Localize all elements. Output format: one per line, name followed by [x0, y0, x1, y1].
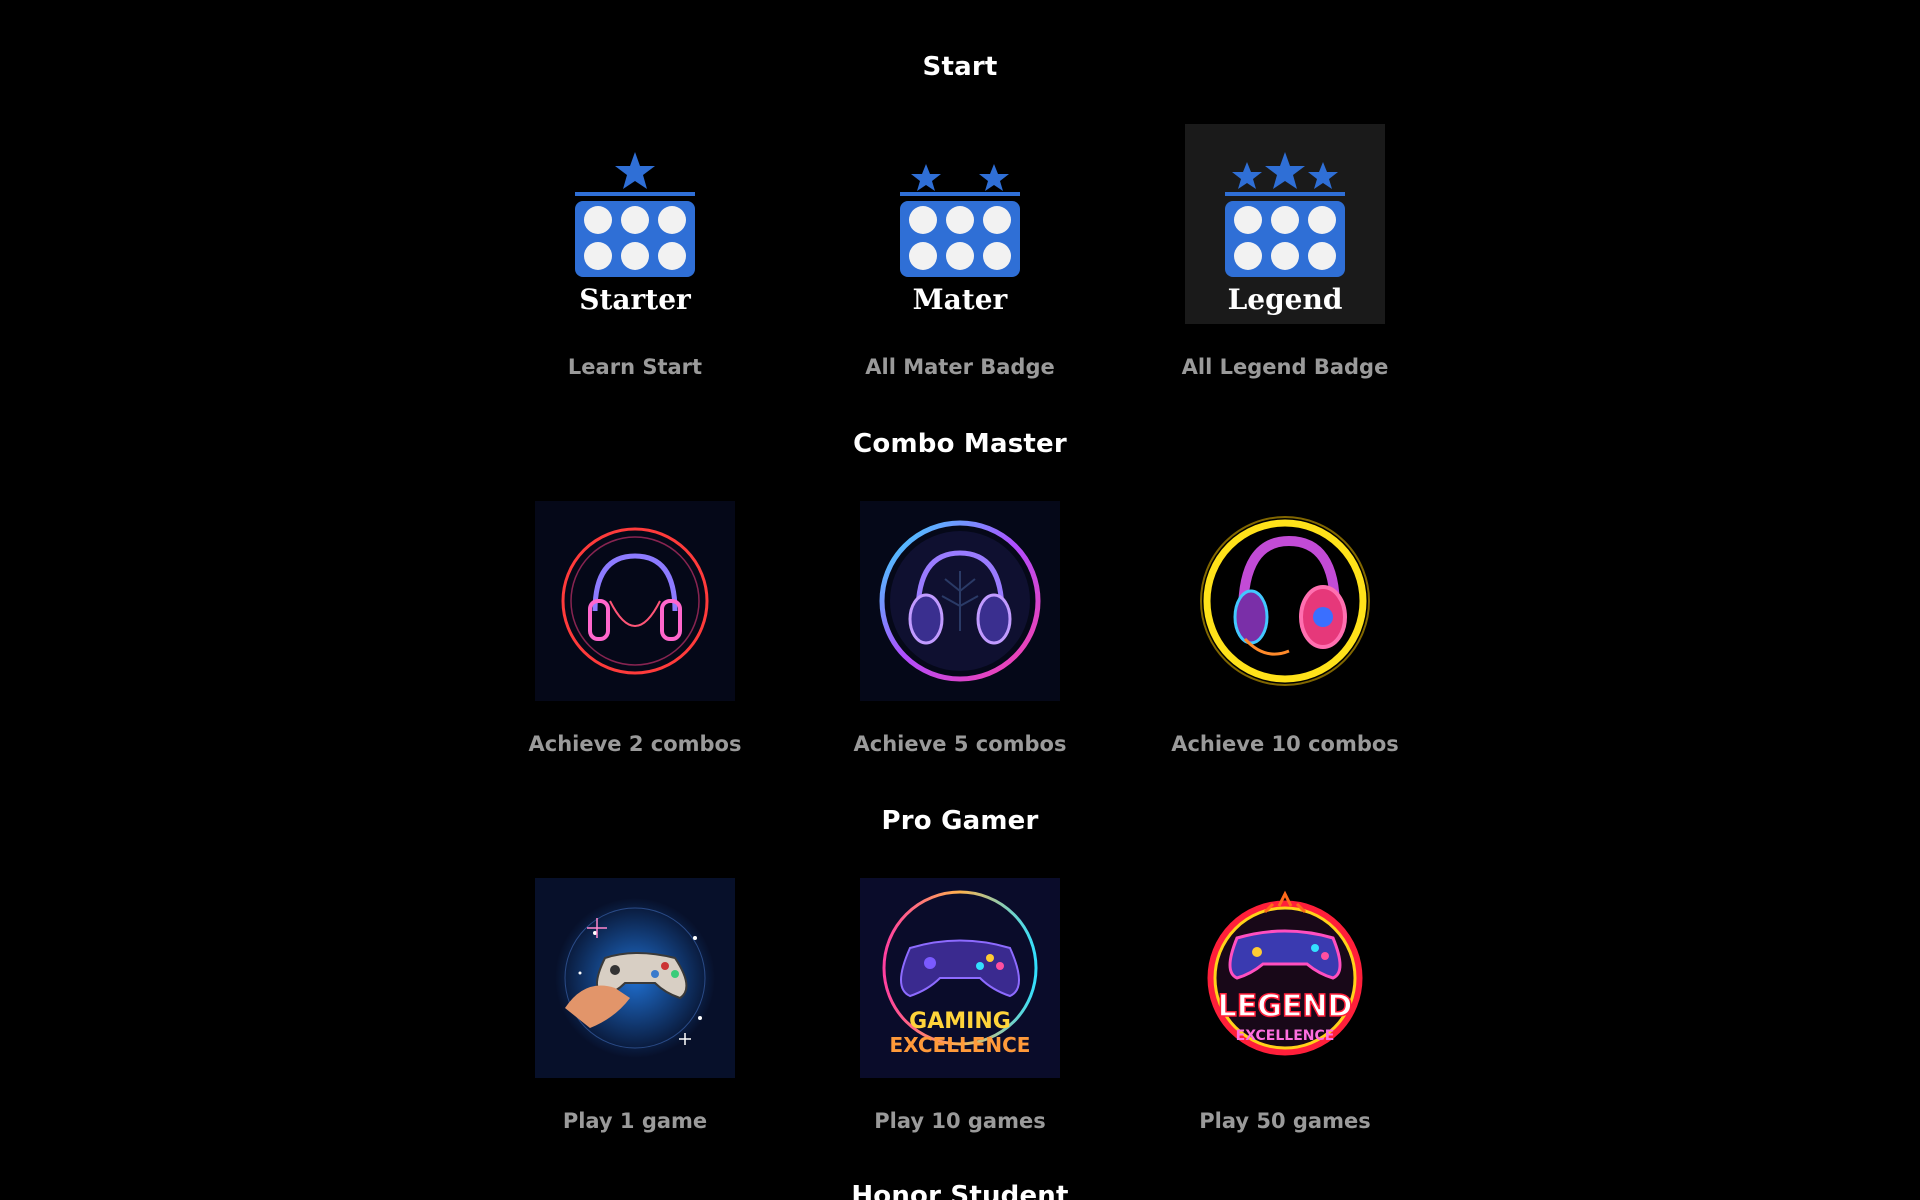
neon-headphones-rainbow-icon — [860, 501, 1060, 701]
badge-caption: Play 50 games — [1199, 1109, 1371, 1133]
gaming-excellence-line1: GAMING — [909, 1009, 1011, 1034]
achievements-page: Start Starter Learn Start Mater All Mate… — [0, 0, 1920, 1200]
mater-badge-icon: Mater — [860, 124, 1060, 324]
legend-badge-icon: Legend — [1185, 124, 1385, 324]
legend-excellence-line2: EXCELLENCE — [1236, 1028, 1335, 1044]
legend-excellence-icon: LEGEND EXCELLENCE — [1185, 878, 1385, 1078]
section-title-pro-gamer: Pro Gamer — [881, 806, 1039, 836]
hand-gamepad-icon — [535, 878, 735, 1078]
section-title-start: Start — [922, 52, 998, 82]
badge-caption: All Legend Badge — [1181, 355, 1389, 379]
starter-badge-label: Starter — [579, 283, 692, 316]
badge-caption: Achieve 2 combos — [528, 732, 742, 756]
neon-headphones-red-icon — [535, 501, 735, 701]
badge-caption: All Mater Badge — [865, 355, 1055, 379]
badge-caption: Play 10 games — [874, 1109, 1046, 1133]
badge-caption: Achieve 5 combos — [853, 732, 1067, 756]
starter-badge-icon: Starter — [535, 124, 735, 324]
gaming-excellence-line2: EXCELLENCE — [890, 1033, 1031, 1057]
badge-caption: Achieve 10 combos — [1171, 732, 1399, 756]
section-title-combo-master: Combo Master — [853, 429, 1067, 459]
legend-excellence-line1: LEGEND — [1218, 989, 1353, 1024]
badge-caption: Learn Start — [567, 355, 703, 379]
neon-headphones-gold-icon — [1185, 501, 1385, 701]
legend-badge-label: Legend — [1228, 283, 1343, 316]
section-title-honor-student: Honor Student — [851, 1181, 1069, 1200]
gaming-excellence-icon: GAMING EXCELLENCE — [860, 878, 1060, 1078]
badge-caption: Play 1 game — [562, 1109, 708, 1133]
mater-badge-label: Mater — [913, 283, 1009, 316]
